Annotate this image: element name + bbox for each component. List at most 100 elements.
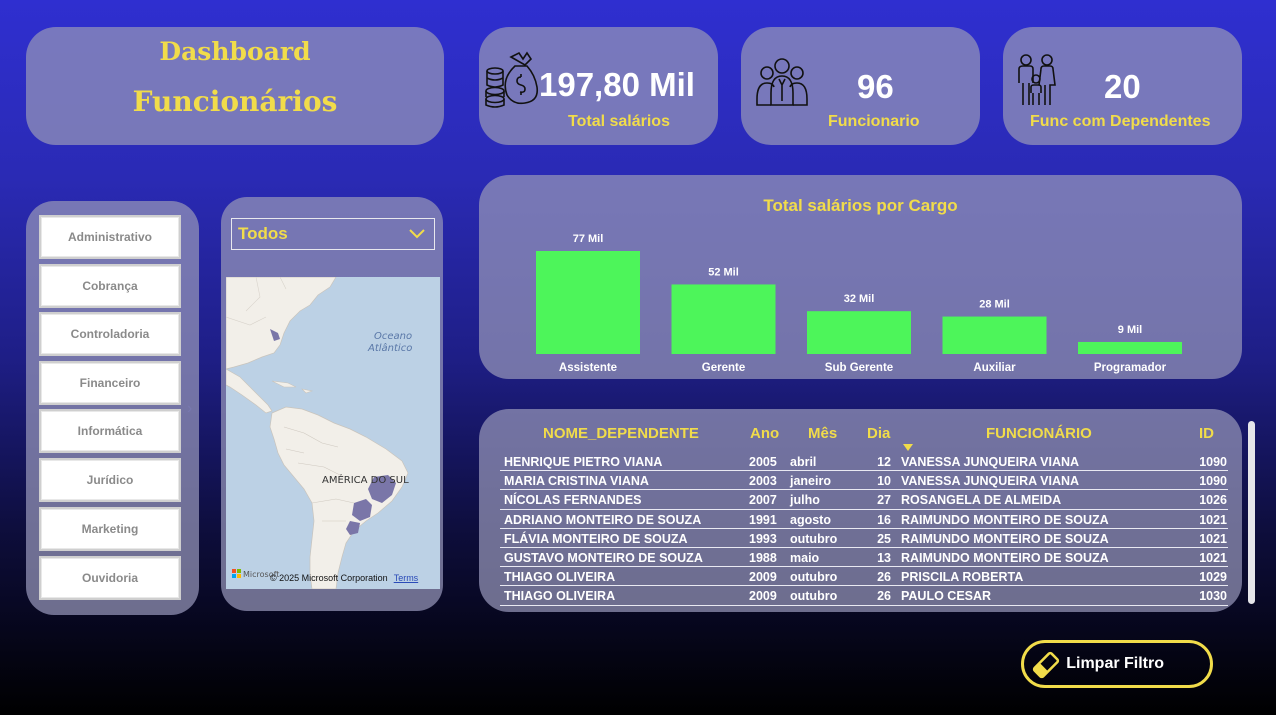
x-tick-label: Auxiliar bbox=[973, 362, 1016, 374]
family-icon bbox=[1018, 54, 1056, 105]
column-header-mes[interactable]: Mês bbox=[808, 425, 837, 442]
map-card: Todos Oceano Atlântico AMÉRICA DO SUL Mi… bbox=[221, 197, 443, 611]
column-header-nome[interactable]: NOME_DEPENDENTE bbox=[543, 425, 699, 442]
cell-id: 1026 bbox=[1199, 493, 1227, 508]
table-row[interactable]: THIAGO OLIVEIRA 2009 outubro 26 PAULO CESAR 1… bbox=[500, 586, 1228, 606]
cell-mes: janeiro bbox=[790, 474, 831, 489]
cell-nome: HENRIQUE PIETRO VIANA bbox=[504, 455, 663, 469]
cell-dia: 12 bbox=[877, 455, 891, 469]
table-row[interactable]: GUSTAVO MONTEIRO DE SOUZA 1988 maio 13 RAIMU… bbox=[500, 548, 1228, 568]
dept-button-marketing[interactable]: Marketing bbox=[39, 507, 181, 551]
bar-gerente[interactable] bbox=[671, 284, 776, 354]
cell-funcionario: RAIMUNDO MONTEIRO DE SOUZA bbox=[901, 550, 1109, 565]
map-terms-link[interactable]: Terms bbox=[394, 573, 419, 583]
dependents-table: NOME_DEPENDENTE Ano Mês Dia FUNCIONÁRIO … bbox=[479, 409, 1242, 612]
dashboard-title: Dashboard bbox=[159, 37, 311, 66]
cell-dia: 16 bbox=[877, 512, 891, 527]
cell-nome: FLÁVIA MONTEIRO DE SOUZA bbox=[504, 531, 688, 546]
team-people-icon bbox=[756, 58, 808, 106]
sort-desc-icon[interactable] bbox=[903, 444, 913, 451]
x-tick-label: Sub Gerente bbox=[825, 362, 893, 374]
column-header-ano[interactable]: Ano bbox=[750, 425, 779, 442]
cell-mes: outubro bbox=[790, 531, 838, 546]
cell-id: 1090 bbox=[1199, 474, 1227, 489]
cell-funcionario: VANESSA JUNQUEIRA VIANA bbox=[901, 474, 1080, 489]
x-tick-label: Gerente bbox=[702, 362, 745, 374]
table-row[interactable]: THIAGO OLIVEIRA 2009 outubro 26 PRISCILA ROB… bbox=[500, 567, 1228, 587]
eraser-icon bbox=[1032, 651, 1060, 679]
bar-programador[interactable] bbox=[1078, 341, 1182, 354]
map-continent-label: AMÉRICA DO SUL bbox=[322, 473, 409, 486]
dept-button-controladoria[interactable]: Controladoria bbox=[39, 312, 181, 356]
cell-ano: 2009 bbox=[749, 589, 777, 604]
map-ocean-label: Oceano bbox=[374, 331, 412, 342]
chevron-down-icon bbox=[409, 229, 425, 239]
kpi-label-dependentes: Func com Dependentes bbox=[1030, 113, 1211, 130]
cell-mes: agosto bbox=[790, 512, 831, 527]
cell-dia: 27 bbox=[877, 493, 891, 508]
cell-nome: NÍCOLAS FERNANDES bbox=[504, 493, 642, 508]
cell-funcionario: RAIMUNDO MONTEIRO DE SOUZA bbox=[901, 531, 1109, 546]
column-header-id[interactable]: ID bbox=[1199, 425, 1214, 442]
bar-chart: 77 Mil Assistente 52 Mil Gerente 32 Mil Sub G… bbox=[536, 233, 1182, 374]
cell-mes: abril bbox=[790, 455, 817, 469]
cell-nome: GUSTAVO MONTEIRO DE SOUZA bbox=[504, 550, 703, 565]
bar-data-label: 9 Mil bbox=[1118, 324, 1142, 336]
dept-button-juridico[interactable]: Jurídico bbox=[39, 458, 181, 502]
table-row[interactable]: NÍCOLAS FERNANDES 2007 julho 27 ROSANGELA DE… bbox=[500, 490, 1228, 510]
map-view[interactable]: Oceano Atlântico AMÉRICA DO SUL Microsof… bbox=[226, 277, 440, 589]
clear-filter-button[interactable]: Limpar Filtro bbox=[1021, 640, 1213, 688]
region-dropdown[interactable]: Todos bbox=[231, 218, 435, 250]
department-slicer: Administrativo Cobrança Controladoria Fi… bbox=[26, 201, 199, 615]
cell-nome: THIAGO OLIVEIRA bbox=[504, 589, 616, 604]
cell-ano: 2005 bbox=[749, 455, 777, 469]
cell-nome: ADRIANO MONTEIRO DE SOUZA bbox=[504, 512, 702, 527]
cell-id: 1030 bbox=[1199, 589, 1227, 604]
south-america-map: Oceano Atlântico AMÉRICA DO SUL Microsof… bbox=[226, 277, 440, 589]
map-attribution: © 2025 Microsoft Corporation Terms bbox=[270, 573, 418, 583]
cell-dia: 13 bbox=[877, 550, 891, 565]
dept-button-ouvidoria[interactable]: Ouvidoria bbox=[39, 556, 181, 600]
cell-id: 1029 bbox=[1199, 570, 1227, 585]
kpi-value-funcionarios: 96 bbox=[857, 68, 894, 105]
cell-mes: maio bbox=[790, 550, 820, 565]
cell-ano: 1991 bbox=[749, 512, 777, 527]
bar-sub-gerente[interactable] bbox=[807, 311, 911, 354]
cell-mes: outubro bbox=[790, 570, 838, 585]
chevron-right-icon[interactable]: › bbox=[187, 400, 192, 418]
column-header-funcionario[interactable]: FUNCIONÁRIO bbox=[986, 425, 1092, 442]
kpi-label-funcionarios: Funcionario bbox=[828, 113, 920, 130]
cell-dia: 26 bbox=[877, 570, 891, 585]
title-card: Dashboard Funcionários bbox=[26, 27, 444, 145]
table-row[interactable]: HENRIQUE PIETRO VIANA 2005 abril 12 VANESSA … bbox=[500, 452, 1228, 472]
money-bag-coins-icon bbox=[485, 51, 539, 108]
cell-dia: 26 bbox=[877, 589, 891, 604]
table-body: HENRIQUE PIETRO VIANA 2005 abril 12 VANESSA … bbox=[500, 452, 1228, 606]
region-dropdown-value: Todos bbox=[238, 224, 288, 243]
bar-assistente[interactable] bbox=[536, 251, 640, 354]
kpi-card-total-salarios: 197,80 Mil Total salários bbox=[479, 27, 718, 145]
bar-data-label: 52 Mil bbox=[708, 266, 739, 278]
dept-button-financeiro[interactable]: Financeiro bbox=[39, 361, 181, 405]
cell-funcionario: PRISCILA ROBERTA bbox=[901, 570, 1024, 585]
dept-button-cobranca[interactable]: Cobrança bbox=[39, 264, 181, 308]
kpi-label-salarios: Total salários bbox=[568, 113, 670, 130]
table-row[interactable]: ADRIANO MONTEIRO DE SOUZA 1991 agosto 16 RAI… bbox=[500, 510, 1228, 529]
bar-auxiliar[interactable] bbox=[942, 316, 1047, 354]
table-scrollbar[interactable] bbox=[1248, 421, 1255, 604]
column-header-dia[interactable]: Dia bbox=[867, 425, 890, 442]
kpi-value-salarios: 197,80 Mil bbox=[539, 66, 695, 103]
cell-funcionario: ROSANGELA DE ALMEIDA bbox=[901, 493, 1062, 508]
dept-button-administrativo[interactable]: Administrativo bbox=[39, 215, 181, 259]
cell-funcionario: PAULO CESAR bbox=[901, 589, 992, 604]
cell-funcionario: VANESSA JUNQUEIRA VIANA bbox=[901, 455, 1080, 469]
cell-ano: 2007 bbox=[749, 493, 777, 508]
cell-dia: 10 bbox=[877, 474, 891, 489]
chart-card: Total salários por Cargo 77 Mil Assistent… bbox=[479, 175, 1242, 379]
table-row[interactable]: FLÁVIA MONTEIRO DE SOUZA 1993 outubro 25 RAI… bbox=[500, 529, 1228, 548]
bar-data-label: 77 Mil bbox=[573, 233, 604, 245]
dept-button-informatica[interactable]: Informática bbox=[39, 409, 181, 453]
table-row[interactable]: MARIA CRISTINA VIANA 2003 janeiro 10 VANESSA… bbox=[500, 471, 1228, 491]
dashboard-subtitle: Funcionários bbox=[132, 85, 338, 118]
cell-id: 1021 bbox=[1199, 531, 1227, 546]
